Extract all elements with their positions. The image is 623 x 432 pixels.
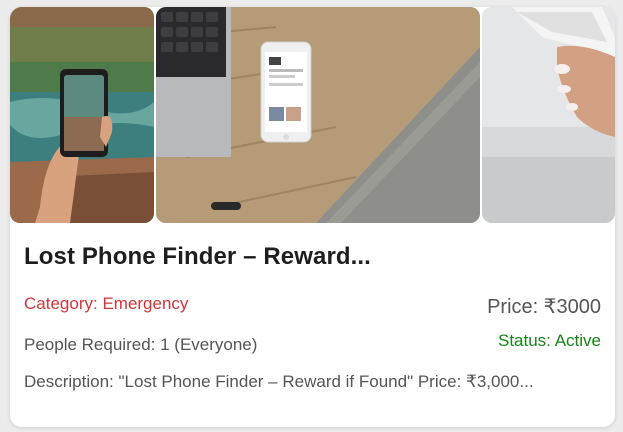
image-gallery bbox=[10, 7, 615, 223]
desk-photo-image bbox=[156, 7, 480, 223]
category-label: Category: bbox=[24, 294, 98, 313]
price-value: ₹3000 bbox=[543, 296, 601, 318]
price-field: Price: ₹3000 bbox=[487, 294, 601, 319]
description-label: Description: bbox=[24, 372, 114, 391]
description-field: Description: "Lost Phone Finder – Reward… bbox=[24, 372, 590, 392]
listing-title[interactable]: Lost Phone Finder – Reward... bbox=[24, 243, 604, 271]
category-value: Emergency bbox=[102, 294, 189, 313]
photo-phone-on-desk-laptop[interactable] bbox=[156, 7, 480, 223]
category-field: Category: Emergency bbox=[24, 294, 188, 314]
price-label: Price: bbox=[487, 296, 539, 318]
photo-hand-holding-phone[interactable] bbox=[482, 7, 615, 223]
people-value: 1 (Everyone) bbox=[160, 335, 258, 354]
listing-card[interactable]: Lost Phone Finder – Reward... Category: … bbox=[10, 7, 615, 427]
status-value: Active bbox=[554, 331, 601, 350]
people-required-field: People Required: 1 (Everyone) bbox=[24, 335, 257, 355]
description-value: "Lost Phone Finder – Reward if Found" Pr… bbox=[118, 372, 534, 391]
photo-hand-phone-waterfall[interactable] bbox=[10, 7, 154, 223]
waterfall-photo-image bbox=[10, 7, 154, 223]
status-field: Status: Active bbox=[498, 331, 601, 351]
people-label: People Required: bbox=[24, 335, 156, 354]
hand-phone-photo-image bbox=[482, 7, 615, 223]
status-label: Status: bbox=[497, 331, 551, 350]
